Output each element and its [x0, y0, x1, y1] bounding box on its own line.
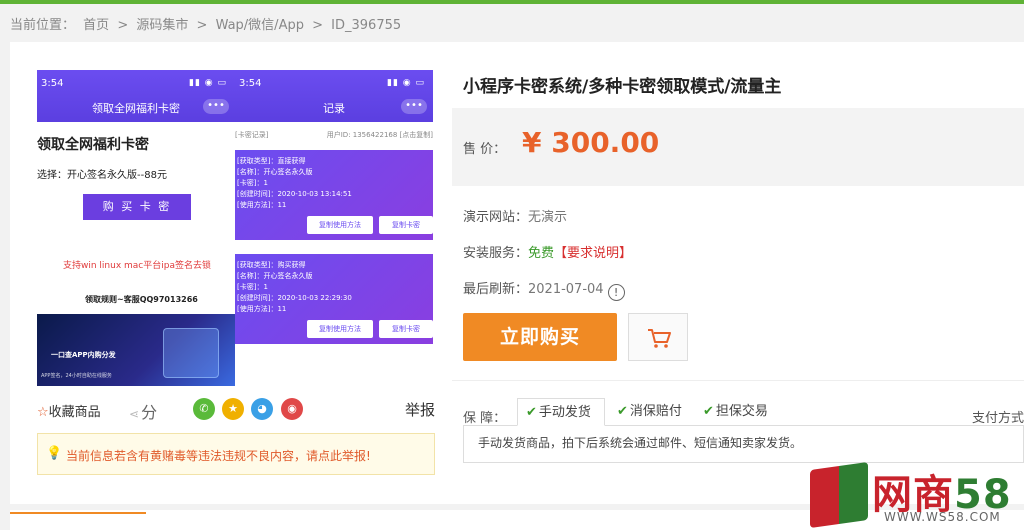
breadcrumb-separator: > — [312, 18, 324, 33]
phone-time: 3:54 — [239, 78, 262, 89]
top-accent-bar — [0, 0, 1024, 4]
product-image[interactable]: 3:54 ▮▮ ◉ ▭ 领取全网福利卡密 ••• 领取全网福利卡密 选择：开心签… — [37, 70, 433, 386]
phone-status-bar: 3:54 ▮▮ ◉ ▭ 领取全网福利卡密 ••• — [37, 70, 235, 122]
record-header-right: 用户ID: 1356422168 [点击复制] — [326, 131, 433, 139]
record-line: [名称]：开心签名永久版 — [237, 168, 313, 176]
more-icon: ••• — [203, 99, 229, 114]
price-value: ¥ 300.00 — [522, 126, 660, 159]
phone-buy-button: 购 买 卡 密 — [83, 194, 191, 220]
logo-site-text: WWW.WS58.COM — [884, 510, 1001, 524]
buy-now-button[interactable]: 立即购买 — [463, 313, 617, 361]
record-line: [获取类型]：直接获得 — [237, 157, 306, 165]
tab-manual-delivery[interactable]: ✔ 手动发货 — [517, 398, 605, 426]
watermark-logo: 网商58 WWW.WS58.COM — [806, 460, 1024, 530]
banner-screen-graphic — [163, 328, 219, 378]
star-icon: ☆ — [37, 405, 49, 420]
copy-method-button: 复制使用方法 — [307, 320, 373, 338]
tab-consumer-protection[interactable]: ✔ 消保赔付 — [609, 398, 695, 426]
price-box: 售 价： ¥ 300.00 — [452, 108, 1024, 186]
section-divider — [452, 380, 1024, 381]
favorite-label: 收藏商品 — [48, 405, 101, 420]
record-line: [获取类型]：购买获得 — [237, 261, 306, 269]
banner-title: 一口查APP内购分发 — [51, 351, 116, 359]
guarantee-section: 保 障： ✔ 手动发货 ✔ 消保赔付 ✔ 担保交易 支付方式 手动发货商品，拍下后系统… — [463, 398, 1024, 464]
demo-value: 无演示 — [528, 210, 568, 225]
phone-screen-right: 3:54 ▮▮ ◉ ▭ 记录 ••• [卡密记录] 用户ID: 13564221… — [235, 70, 433, 386]
signal-icon: ▮▮ ◉ ▭ — [189, 78, 227, 88]
wechat-share-icon[interactable]: ✆ — [193, 398, 215, 420]
record-line: [创建时间]：2020-10-03 13:14:51 — [237, 190, 352, 198]
share-label: 分 — [141, 403, 158, 422]
tab-label: 消保赔付 — [629, 404, 682, 419]
copy-method-button: 复制使用方法 — [307, 216, 373, 234]
check-circle-icon: ✔ — [617, 404, 628, 419]
demo-label: 演示网站： — [463, 210, 529, 225]
demo-site-row: 演示网站：无演示 — [463, 206, 567, 225]
breadcrumb-current-id: ID_396755 — [331, 18, 402, 33]
add-to-cart-button[interactable] — [628, 313, 688, 361]
lightbulb-icon: 💡 — [46, 446, 63, 461]
phone-support-text: 支持win linux mac平台ipa签名去锁 — [63, 261, 211, 271]
record-header-left: [卡密记录] — [235, 131, 269, 139]
phone-selection: 选择：开心签名永久版--88元 — [37, 170, 167, 181]
guarantee-label: 保 障： — [463, 411, 507, 426]
breadcrumb-separator: > — [196, 18, 208, 33]
guarantee-description: 手动发货商品，拍下后系统会通过邮件、短信通知卖家发货。 — [463, 425, 1024, 463]
qzone-share-icon[interactable]: ★ — [222, 398, 244, 420]
install-value: 免费 — [528, 246, 555, 261]
check-circle-icon: ✔ — [703, 404, 714, 419]
breadcrumb-prefix: 当前位置： — [10, 18, 76, 33]
phone-banner: 一口查APP内购分发 APP签名，24小时自助在线服务 — [37, 314, 235, 386]
install-requirements-link[interactable]: 【要求说明】 — [554, 246, 632, 261]
report-link[interactable]: 举报 — [405, 399, 435, 420]
copy-card-button: 复制卡密 — [379, 320, 433, 338]
image-actions: ☆收藏商品 ⋖ 分 ✆ ★ ◕ ◉ 举报 — [37, 398, 435, 422]
copy-card-button: 复制卡密 — [379, 216, 433, 234]
record-line: [卡密]：1 — [237, 179, 268, 187]
share-button[interactable]: ⋖ 分 — [129, 399, 157, 423]
breadcrumb-home[interactable]: 首页 — [83, 18, 109, 33]
cart-icon — [648, 329, 671, 348]
signal-icon: ▮▮ ◉ ▭ — [387, 78, 425, 88]
record-card: [获取类型]：直接获得 [名称]：开心签名永久版 [卡密]：1 [创建时间]：2… — [235, 150, 433, 240]
last-refresh-row: 最后刷新：2021-07-04! — [463, 278, 625, 301]
tab-label: 担保交易 — [715, 404, 768, 419]
phone-status-bar: 3:54 ▮▮ ◉ ▭ 记录 ••• — [235, 70, 433, 122]
record-line: [使用方法]：11 — [237, 201, 287, 209]
phone-heading: 领取全网福利卡密 — [37, 137, 149, 153]
breadcrumb-category[interactable]: Wap/微信/App — [216, 18, 304, 33]
tab-label: 手动发货 — [538, 405, 591, 420]
install-service-row: 安装服务：免费【要求说明】 — [463, 242, 632, 261]
price-label: 售 价： — [463, 142, 507, 157]
refresh-label: 最后刷新： — [463, 282, 529, 297]
record-line: [创建时间]：2020-10-03 22:29:30 — [237, 294, 352, 302]
breadcrumb: 当前位置： 首页 > 源码集市 > Wap/微信/App > ID_396755 — [10, 14, 405, 33]
phone-rules-text: 领取规则~客服QQ97013266 — [85, 295, 198, 304]
weibo-share-icon[interactable]: ◉ — [281, 398, 303, 420]
notice-text: 当前信息若含有黄赌毒等违法违规不良内容，请点此举报! — [66, 449, 371, 463]
favorite-button[interactable]: ☆收藏商品 — [37, 401, 101, 420]
active-tab-indicator — [10, 512, 146, 514]
record-line: [卡密]：1 — [237, 283, 268, 291]
install-label: 安装服务： — [463, 246, 529, 261]
record-card: [获取类型]：购买获得 [名称]：开心签名永久版 [卡密]：1 [创建时间]：2… — [235, 254, 433, 344]
phone-screen-left: 3:54 ▮▮ ◉ ▭ 领取全网福利卡密 ••• 领取全网福利卡密 选择：开心签… — [37, 70, 235, 386]
breadcrumb-separator: > — [117, 18, 129, 33]
refresh-value: 2021-07-04 — [528, 282, 604, 297]
breadcrumb-market[interactable]: 源码集市 — [136, 18, 188, 33]
banner-subtitle: APP签名，24小时自助在线服务 — [41, 373, 112, 379]
record-line: [名称]：开心签名永久版 — [237, 272, 313, 280]
product-title: 小程序卡密系统/多种卡密领取模式/流量主 — [463, 77, 782, 97]
record-line: [使用方法]：11 — [237, 305, 287, 313]
phone-time: 3:54 — [41, 78, 64, 89]
logo-cube-graphic — [810, 461, 868, 529]
more-icon: ••• — [401, 99, 427, 114]
qq-share-icon[interactable]: ◕ — [251, 398, 273, 420]
check-circle-icon: ✔ — [526, 405, 537, 420]
payment-methods-label: 支付方式 — [971, 411, 1024, 426]
info-icon[interactable]: ! — [607, 284, 625, 301]
share-icon: ⋖ — [129, 407, 140, 421]
tab-escrow-trade[interactable]: ✔ 担保交易 — [695, 398, 785, 426]
report-notice[interactable]: 💡 当前信息若含有黄赌毒等违法违规不良内容，请点此举报! — [37, 433, 435, 475]
